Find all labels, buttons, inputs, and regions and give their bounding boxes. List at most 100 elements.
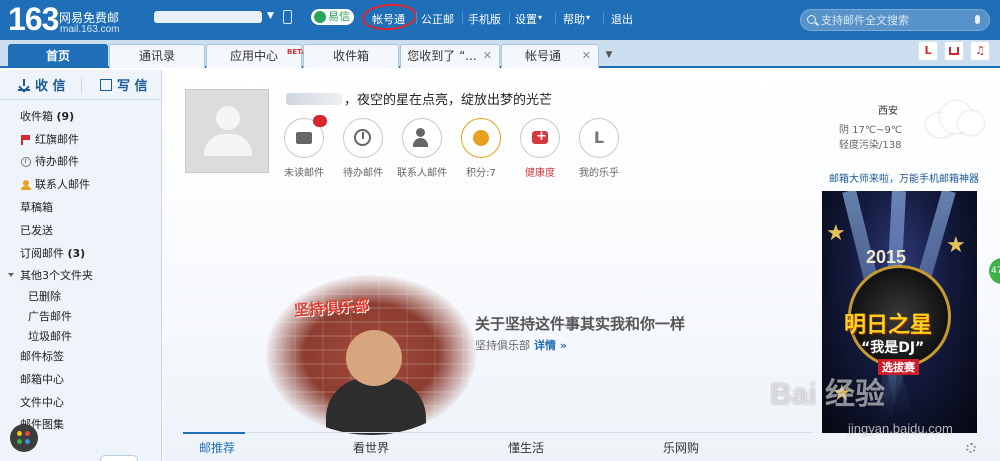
sidebar: 收 信 写 信 收件箱 (9) 红旗邮件 待办邮件 联系人邮件 草稿箱 已发送 …	[0, 70, 162, 461]
search-icon[interactable]	[807, 15, 816, 24]
yixin-button[interactable]: 易信	[311, 9, 354, 25]
sidebar-item-drafts[interactable]: 草稿箱	[0, 197, 161, 219]
chevron-down-icon[interactable]: ▼	[267, 11, 274, 21]
quick-health[interactable]: 健康度	[515, 118, 565, 179]
tab-label: 帐号通	[524, 49, 561, 63]
sidebar-item-ads[interactable]: 广告邮件	[0, 306, 161, 328]
lofter-icon: L	[579, 118, 619, 158]
mail-icon	[284, 115, 327, 158]
banner-subline: 坚持俱乐部 详情 »	[475, 337, 567, 353]
tab-label: 应用中心	[229, 49, 278, 63]
edge-float-icon[interactable]: 47	[989, 258, 1000, 284]
sidebar-item-file-center[interactable]: 文件中心	[0, 392, 161, 414]
mobile-icon[interactable]	[283, 10, 292, 24]
tab-overflow-icon[interactable]: ▼	[602, 48, 616, 62]
folder-label: 红旗邮件	[35, 133, 79, 146]
person-head	[346, 330, 402, 386]
promo-link[interactable]: 邮箱大师来啦，万能手机邮箱神器	[829, 170, 979, 185]
notification-badge	[313, 115, 327, 127]
account-name-masked[interactable]	[154, 11, 262, 23]
sidebar-item-flagged[interactable]: 红旗邮件	[0, 129, 161, 151]
nav-fair-mail-link[interactable]: 公正邮	[421, 11, 454, 27]
nav-divider	[555, 12, 556, 24]
close-icon[interactable]: ✕	[483, 45, 492, 67]
coin-icon	[461, 118, 501, 158]
divider	[81, 77, 82, 93]
chevron-down-icon[interactable]: ▾	[586, 13, 590, 22]
weather-city[interactable]: 西安	[878, 102, 898, 117]
logo-domain: mail.163.com	[60, 24, 120, 35]
star-icon: ★	[826, 221, 846, 246]
banner-source: 坚持俱乐部	[475, 339, 530, 352]
sidebar-item-inbox[interactable]: 收件箱 (9)	[0, 106, 161, 128]
sidebar-item-sent[interactable]: 已发送	[0, 220, 161, 242]
contact-icon	[21, 180, 31, 190]
flag-icon	[21, 135, 31, 145]
avatar[interactable]	[185, 89, 269, 173]
sidebar-item-other-folders[interactable]: 其他3个文件夹	[0, 265, 161, 287]
sidebar-item-mail-center[interactable]: 邮箱中心	[0, 369, 161, 391]
recommend-tabs: 邮推荐 看世界 懂生活 乐网购	[183, 432, 813, 461]
search-input[interactable]	[821, 13, 966, 27]
ad-subtitle: “我是DJ”	[861, 340, 925, 356]
sidebar-item-spam[interactable]: 垃圾邮件	[0, 326, 161, 348]
quick-unread-mail[interactable]: 未读邮件	[279, 115, 329, 179]
quick-label: 我的乐乎	[579, 168, 619, 179]
tab-label: 您收到了 “...	[407, 49, 477, 63]
quick-label: 联系人邮件	[397, 168, 447, 179]
folder-label: 已删除	[28, 290, 61, 303]
sidebar-footer-button[interactable]	[100, 455, 138, 461]
tab-contacts[interactable]: 通讯录	[109, 44, 205, 68]
sidebar-item-todo[interactable]: 待办邮件	[0, 151, 161, 173]
tab-account[interactable]: 帐号通 ✕	[501, 44, 599, 68]
sidebar-item-deleted[interactable]: 已删除	[0, 286, 161, 308]
nav-logout-link[interactable]: 退出	[611, 11, 633, 27]
quick-lofter[interactable]: L 我的乐乎	[574, 118, 624, 179]
write-button[interactable]: 写 信	[100, 75, 148, 94]
gear-icon[interactable]	[966, 443, 976, 453]
music-app-button[interactable]: ♫	[970, 41, 990, 61]
banner-image[interactable]: 坚持俱乐部	[266, 275, 476, 435]
folder-label: 广告邮件	[28, 310, 72, 323]
close-icon[interactable]: ✕	[582, 45, 591, 67]
apps-grid-icon[interactable]	[10, 424, 38, 452]
quick-label: 待办邮件	[343, 168, 383, 179]
nav-mobile-link[interactable]: 手机版	[468, 11, 501, 27]
tab-label: 收件箱	[332, 49, 369, 63]
microphone-icon[interactable]	[975, 15, 980, 24]
nav-help-link[interactable]: 帮助	[563, 11, 585, 27]
tab-world[interactable]: 看世界	[353, 439, 389, 456]
weather-temperature: 阴 17℃~9℃	[839, 125, 903, 136]
reader-app-button[interactable]	[944, 41, 964, 61]
quick-todo-mail[interactable]: 待办邮件	[338, 118, 388, 179]
unread-count: (9)	[56, 110, 75, 123]
quick-label: 健康度	[525, 168, 555, 179]
logo-163[interactable]: 163	[8, 2, 59, 36]
nav-divider	[416, 12, 417, 24]
lofter-app-button[interactable]: L	[918, 41, 938, 61]
tab-life[interactable]: 懂生活	[508, 439, 544, 456]
sidebar-item-contact-mail[interactable]: 联系人邮件	[0, 174, 161, 196]
folder-label: 草稿箱	[20, 201, 53, 214]
tab-home[interactable]: 首页	[8, 44, 108, 68]
yixin-label: 易信	[328, 10, 350, 23]
tab-recommend[interactable]: 邮推荐	[199, 439, 235, 456]
ad-year: 2015	[866, 247, 907, 267]
tab-app-center[interactable]: 应用中心 BETA	[206, 44, 307, 68]
tab-inbox[interactable]: 收件箱	[303, 44, 399, 68]
tab-received-mail[interactable]: 您收到了 “... ✕	[400, 44, 500, 68]
quick-points[interactable]: 积分:7	[456, 118, 506, 179]
search-box	[800, 9, 990, 31]
sidebar-item-tags[interactable]: 邮件标签	[0, 346, 161, 368]
quick-contact-mail[interactable]: 联系人邮件	[397, 118, 447, 179]
tab-bar: 首页 通讯录 应用中心 BETA 收件箱 您收到了 “... ✕ 帐号通 ✕ ▼	[0, 40, 1000, 68]
receive-button[interactable]: 收 信	[18, 75, 66, 94]
tab-shopping[interactable]: 乐网购	[663, 439, 699, 456]
details-link[interactable]: 详情 »	[534, 339, 567, 352]
top-bar: 163 网易免费邮 mail.163.com ▼ 易信 帐号通 公正邮 手机版 …	[0, 0, 1000, 40]
chevron-down-icon[interactable]	[8, 273, 14, 277]
sidebar-item-subscriptions[interactable]: 订阅邮件 (3)	[0, 243, 161, 265]
banner-title[interactable]: 关于坚持这件事其实我和你一样	[475, 313, 685, 334]
nav-settings-link[interactable]: 设置	[515, 11, 537, 27]
chevron-down-icon[interactable]: ▾	[538, 13, 542, 22]
